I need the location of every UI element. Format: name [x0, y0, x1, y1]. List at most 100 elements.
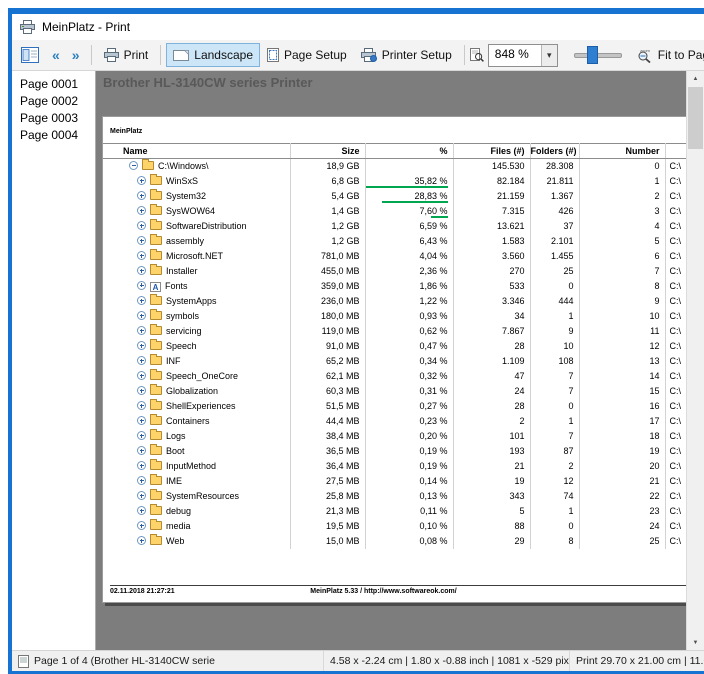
folder-name: Containers: [166, 416, 210, 426]
cell-percent: [365, 159, 453, 174]
cell-percent: 0,13 %: [365, 489, 453, 504]
cell-percent: 28,83 %: [365, 189, 453, 204]
cell-name: Speech: [103, 339, 290, 354]
cell-name: assembly: [103, 234, 290, 249]
folder-name: SystemApps: [166, 296, 217, 306]
cell-files: 24: [453, 384, 530, 399]
scroll-down-icon[interactable]: ▼: [687, 635, 704, 650]
status-print-size-text: Print 29.70 x 21.00 cm | 11.69 x W: [576, 655, 704, 667]
expand-toggle-icon: [137, 341, 146, 350]
cell-size: 455,0 MB: [290, 264, 365, 279]
folder-icon: [150, 386, 162, 395]
folder-table-wrap: NameSize%Files (#)Folders (#)Number C:\W…: [103, 143, 704, 549]
cell-size: 21,3 MB: [290, 504, 365, 519]
sidebar-item-page-3[interactable]: Page 0003: [12, 110, 95, 127]
cell-files: 47: [453, 369, 530, 384]
cell-size: 359,0 MB: [290, 279, 365, 294]
cell-size: 44,4 MB: [290, 414, 365, 429]
folder-icon: [150, 236, 162, 245]
cell-number: 4: [579, 219, 665, 234]
cell-name: ShellExperiences: [103, 399, 290, 414]
cell-folders: 1.367: [530, 189, 579, 204]
statusbar: Page 1 of 4 (Brother HL-3140CW serie 4.5…: [12, 650, 704, 671]
sidebar-item-page-1[interactable]: Page 0001: [12, 76, 95, 93]
column-header-size: Size: [290, 144, 365, 159]
landscape-button[interactable]: Landscape: [166, 43, 260, 67]
previous-page-button[interactable]: «: [46, 43, 66, 67]
cell-files: 88: [453, 519, 530, 534]
cell-files: 21: [453, 459, 530, 474]
toolbar: « » Print Landscape: [12, 40, 704, 71]
cell-folders: 25: [530, 264, 579, 279]
folder-name: INF: [166, 356, 181, 366]
vertical-scrollbar[interactable]: ▲ ▼: [686, 71, 704, 650]
expand-toggle-icon: [137, 476, 146, 485]
page-setup-button[interactable]: Page Setup: [260, 43, 354, 67]
cell-percent: 0,08 %: [365, 534, 453, 549]
table-row: Globalization60,3 MB0,31 %24715C:\: [103, 384, 704, 399]
table-header-row: NameSize%Files (#)Folders (#)Number: [103, 144, 704, 159]
table-row: Microsoft.NET781,0 MB4,04 %3.5601.4556C:…: [103, 249, 704, 264]
fit-to-page-width-button[interactable]: zoom Fit to Page Wi: [630, 43, 704, 67]
folder-icon: [150, 446, 162, 455]
zoom-slider[interactable]: [574, 45, 622, 65]
cell-name: SysWOW64: [103, 204, 290, 219]
page-footer-credit: MeinPlatz 5.33 / http://www.softwareok.c…: [103, 588, 664, 595]
page-setup-button-label: Page Setup: [284, 48, 347, 62]
status-position-text: 4.58 x -2.24 cm | 1.80 x -0.88 inch | 10…: [330, 655, 569, 667]
cell-number: 25: [579, 534, 665, 549]
fonts-folder-icon: A: [150, 282, 161, 292]
cell-size: 36,5 MB: [290, 444, 365, 459]
folder-name: Fonts: [165, 281, 188, 291]
folder-name: Speech: [166, 341, 197, 351]
cell-name: Globalization: [103, 384, 290, 399]
cell-folders: 426: [530, 204, 579, 219]
printer-setup-button-label: Printer Setup: [382, 48, 452, 62]
cell-folders: 12: [530, 474, 579, 489]
cell-files: 7.315: [453, 204, 530, 219]
print-button[interactable]: Print: [97, 43, 156, 67]
cell-size: 119,0 MB: [290, 324, 365, 339]
sidebar-item-page-4[interactable]: Page 0004: [12, 127, 95, 144]
cell-name: media: [103, 519, 290, 534]
zoom-value[interactable]: 848 %: [489, 45, 541, 66]
zoom-slider-thumb[interactable]: [587, 46, 598, 64]
sidebar-item-page-2[interactable]: Page 0002: [12, 93, 95, 110]
cell-name: Microsoft.NET: [103, 249, 290, 264]
expand-toggle-icon: [137, 191, 146, 200]
zoom-slider-track[interactable]: [574, 53, 622, 58]
cell-percent: 0,34 %: [365, 354, 453, 369]
folder-icon: [142, 161, 154, 170]
table-row: AFonts359,0 MB1,86 %53308C:\: [103, 279, 704, 294]
folder-icon: [150, 221, 162, 230]
cell-folders: 108: [530, 354, 579, 369]
column-header-files-: Files (#): [453, 144, 530, 159]
layout-toggle-button[interactable]: [14, 43, 46, 67]
cell-size: 60,3 MB: [290, 384, 365, 399]
zoom-combobox[interactable]: 848 % ▾: [488, 44, 558, 67]
titlebar[interactable]: MeinPlatz - Print: [12, 14, 704, 40]
cell-percent: 7,60 %: [365, 204, 453, 219]
print-preview-window: MeinPlatz - Print « »: [8, 8, 704, 674]
cell-number: 3: [579, 204, 665, 219]
cell-number: 5: [579, 234, 665, 249]
table-row: Installer455,0 MB2,36 %270257C:\: [103, 264, 704, 279]
cell-folders: 2: [530, 459, 579, 474]
table-row: INF65,2 MB0,34 %1.10910813C:\: [103, 354, 704, 369]
scroll-up-icon[interactable]: ▲: [687, 71, 704, 86]
chevron-down-icon[interactable]: ▾: [541, 45, 557, 66]
cell-name: Installer: [103, 264, 290, 279]
cell-files: 28: [453, 399, 530, 414]
cell-folders: 9: [530, 324, 579, 339]
folder-name: symbols: [166, 311, 199, 321]
cell-files: 1.109: [453, 354, 530, 369]
folder-name: assembly: [166, 236, 204, 246]
folder-icon: [150, 176, 162, 185]
cell-size: 51,5 MB: [290, 399, 365, 414]
cell-number: 7: [579, 264, 665, 279]
scrollbar-thumb[interactable]: [688, 87, 703, 149]
next-page-button[interactable]: »: [66, 43, 86, 67]
cell-size: 38,4 MB: [290, 429, 365, 444]
cell-folders: 0: [530, 519, 579, 534]
printer-setup-button[interactable]: Printer Setup: [354, 43, 459, 67]
